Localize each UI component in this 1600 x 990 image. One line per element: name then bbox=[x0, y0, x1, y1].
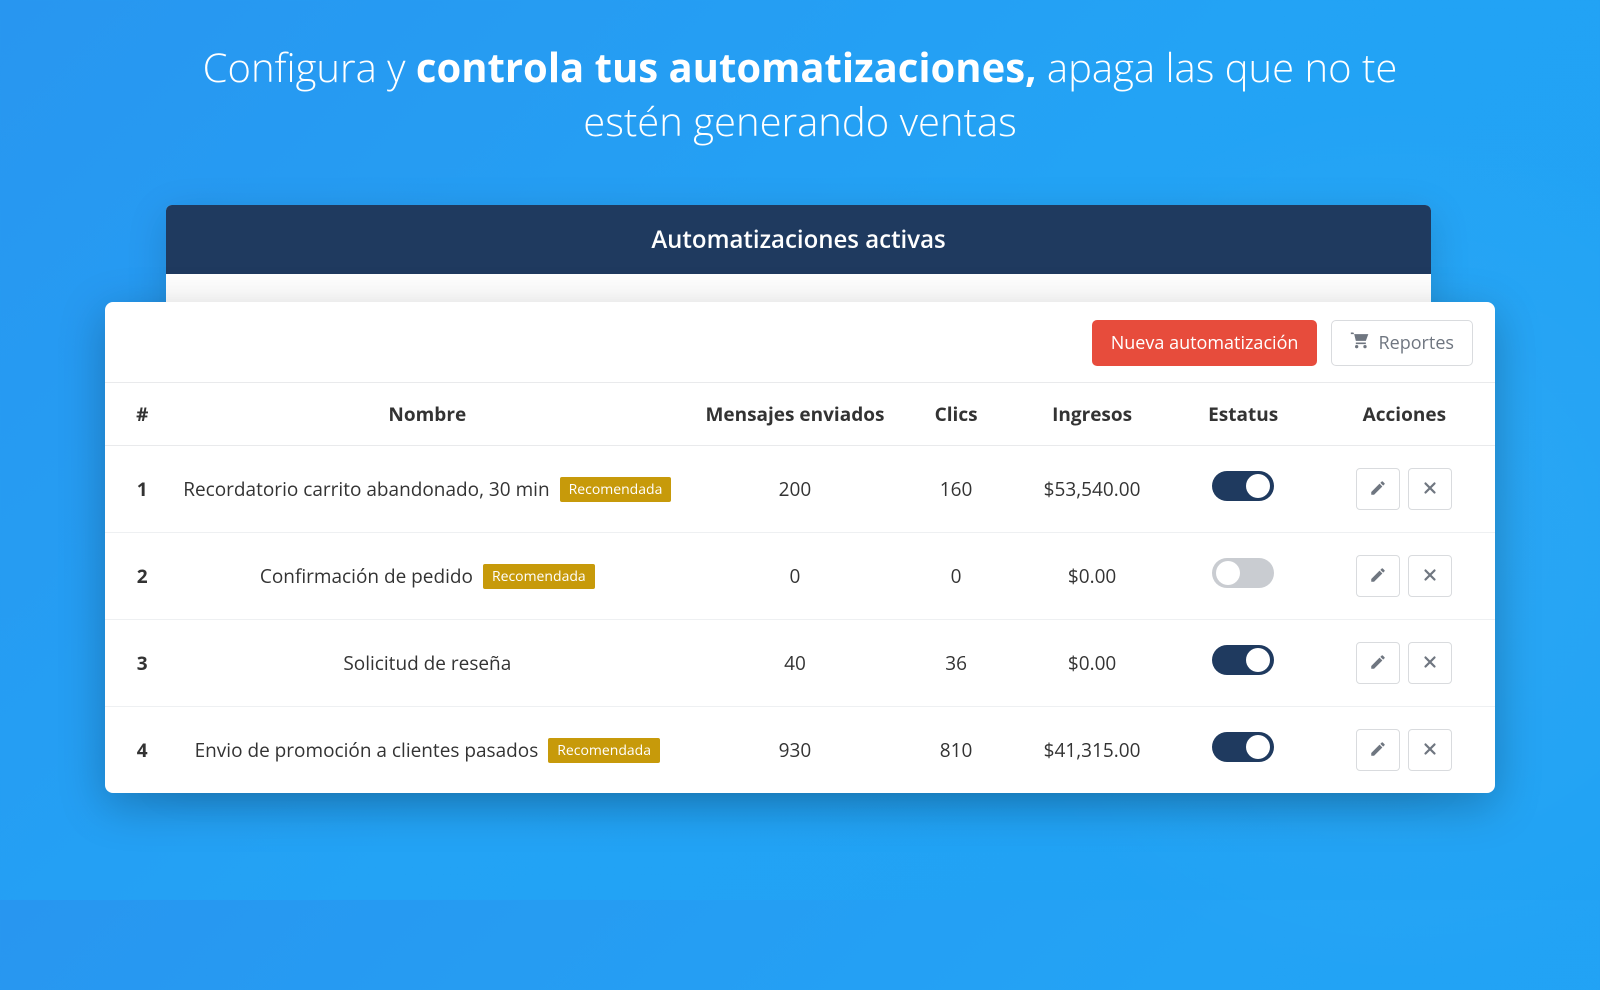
new-automation-button[interactable]: Nueva automatización bbox=[1092, 320, 1318, 366]
row-status-cell bbox=[1173, 707, 1314, 794]
hero-pre: Configura y bbox=[203, 39, 416, 94]
pencil-icon bbox=[1369, 476, 1387, 503]
table-row: 3 Solicitud de reseña 4036$0.00 bbox=[105, 620, 1495, 707]
table-row: 2Confirmación de pedido Recomendada00$0.… bbox=[105, 533, 1495, 620]
row-index: 2 bbox=[105, 533, 165, 620]
cart-icon bbox=[1350, 331, 1370, 355]
edit-button[interactable] bbox=[1356, 729, 1400, 771]
delete-button[interactable] bbox=[1408, 729, 1452, 771]
card-toolbar: Nueva automatización Reportes bbox=[105, 302, 1495, 383]
recommended-badge: Recomendada bbox=[560, 477, 672, 502]
pencil-icon bbox=[1369, 650, 1387, 677]
hero-bold: controla tus automatizaciones, bbox=[416, 39, 1037, 94]
row-messages: 40 bbox=[689, 620, 901, 707]
row-messages: 200 bbox=[689, 446, 901, 533]
row-status-cell bbox=[1173, 446, 1314, 533]
row-messages: 930 bbox=[689, 707, 901, 794]
automation-name: Envio de promoción a clientes pasados bbox=[195, 737, 539, 763]
row-income: $0.00 bbox=[1012, 533, 1173, 620]
row-index: 1 bbox=[105, 446, 165, 533]
row-index: 3 bbox=[105, 620, 165, 707]
panel-title: Automatizaciones activas bbox=[166, 205, 1431, 274]
row-clicks: 36 bbox=[901, 620, 1012, 707]
pencil-icon bbox=[1369, 737, 1387, 764]
table-row: 4Envio de promoción a clientes pasados R… bbox=[105, 707, 1495, 794]
delete-button[interactable] bbox=[1408, 468, 1452, 510]
row-name-cell: Recordatorio carrito abandonado, 30 min … bbox=[165, 446, 689, 533]
row-name-cell: Solicitud de reseña bbox=[165, 620, 689, 707]
edit-button[interactable] bbox=[1356, 468, 1400, 510]
close-icon bbox=[1421, 737, 1439, 764]
row-actions-cell bbox=[1314, 446, 1495, 533]
col-header-income: Ingresos bbox=[1012, 383, 1173, 446]
new-automation-label: Nueva automatización bbox=[1111, 331, 1299, 355]
row-income: $41,315.00 bbox=[1012, 707, 1173, 794]
row-status-cell bbox=[1173, 620, 1314, 707]
automations-table: # Nombre Mensajes enviados Clics Ingreso… bbox=[105, 383, 1495, 793]
status-toggle[interactable] bbox=[1212, 645, 1274, 675]
row-clicks: 810 bbox=[901, 707, 1012, 794]
col-header-status: Estatus bbox=[1173, 383, 1314, 446]
status-toggle[interactable] bbox=[1212, 732, 1274, 762]
col-header-name: Nombre bbox=[165, 383, 689, 446]
close-icon bbox=[1421, 650, 1439, 677]
row-actions-cell bbox=[1314, 707, 1495, 794]
row-status-cell bbox=[1173, 533, 1314, 620]
delete-button[interactable] bbox=[1408, 555, 1452, 597]
row-income: $0.00 bbox=[1012, 620, 1173, 707]
automation-name: Solicitud de reseña bbox=[343, 650, 511, 676]
edit-button[interactable] bbox=[1356, 555, 1400, 597]
automation-name: Confirmación de pedido bbox=[260, 563, 473, 589]
col-header-clicks: Clics bbox=[901, 383, 1012, 446]
col-header-actions: Acciones bbox=[1314, 383, 1495, 446]
col-header-index: # bbox=[105, 383, 165, 446]
row-clicks: 160 bbox=[901, 446, 1012, 533]
close-icon bbox=[1421, 563, 1439, 590]
recommended-badge: Recomendada bbox=[483, 564, 595, 589]
recommended-badge: Recomendada bbox=[548, 738, 660, 763]
row-name-cell: Envio de promoción a clientes pasados Re… bbox=[165, 707, 689, 794]
status-toggle[interactable] bbox=[1212, 471, 1274, 501]
status-toggle[interactable] bbox=[1212, 558, 1274, 588]
row-actions-cell bbox=[1314, 620, 1495, 707]
automations-card: Nueva automatización Reportes # Nombre M… bbox=[105, 302, 1495, 793]
row-messages: 0 bbox=[689, 533, 901, 620]
reports-button[interactable]: Reportes bbox=[1331, 320, 1473, 366]
automation-name: Recordatorio carrito abandonado, 30 min bbox=[183, 476, 549, 502]
edit-button[interactable] bbox=[1356, 642, 1400, 684]
table-row: 1Recordatorio carrito abandonado, 30 min… bbox=[105, 446, 1495, 533]
pencil-icon bbox=[1369, 563, 1387, 590]
delete-button[interactable] bbox=[1408, 642, 1452, 684]
col-header-messages: Mensajes enviados bbox=[689, 383, 901, 446]
close-icon bbox=[1421, 476, 1439, 503]
row-clicks: 0 bbox=[901, 533, 1012, 620]
row-name-cell: Confirmación de pedido Recomendada bbox=[165, 533, 689, 620]
row-index: 4 bbox=[105, 707, 165, 794]
row-actions-cell bbox=[1314, 533, 1495, 620]
reports-label: Reportes bbox=[1378, 331, 1454, 355]
row-income: $53,540.00 bbox=[1012, 446, 1173, 533]
